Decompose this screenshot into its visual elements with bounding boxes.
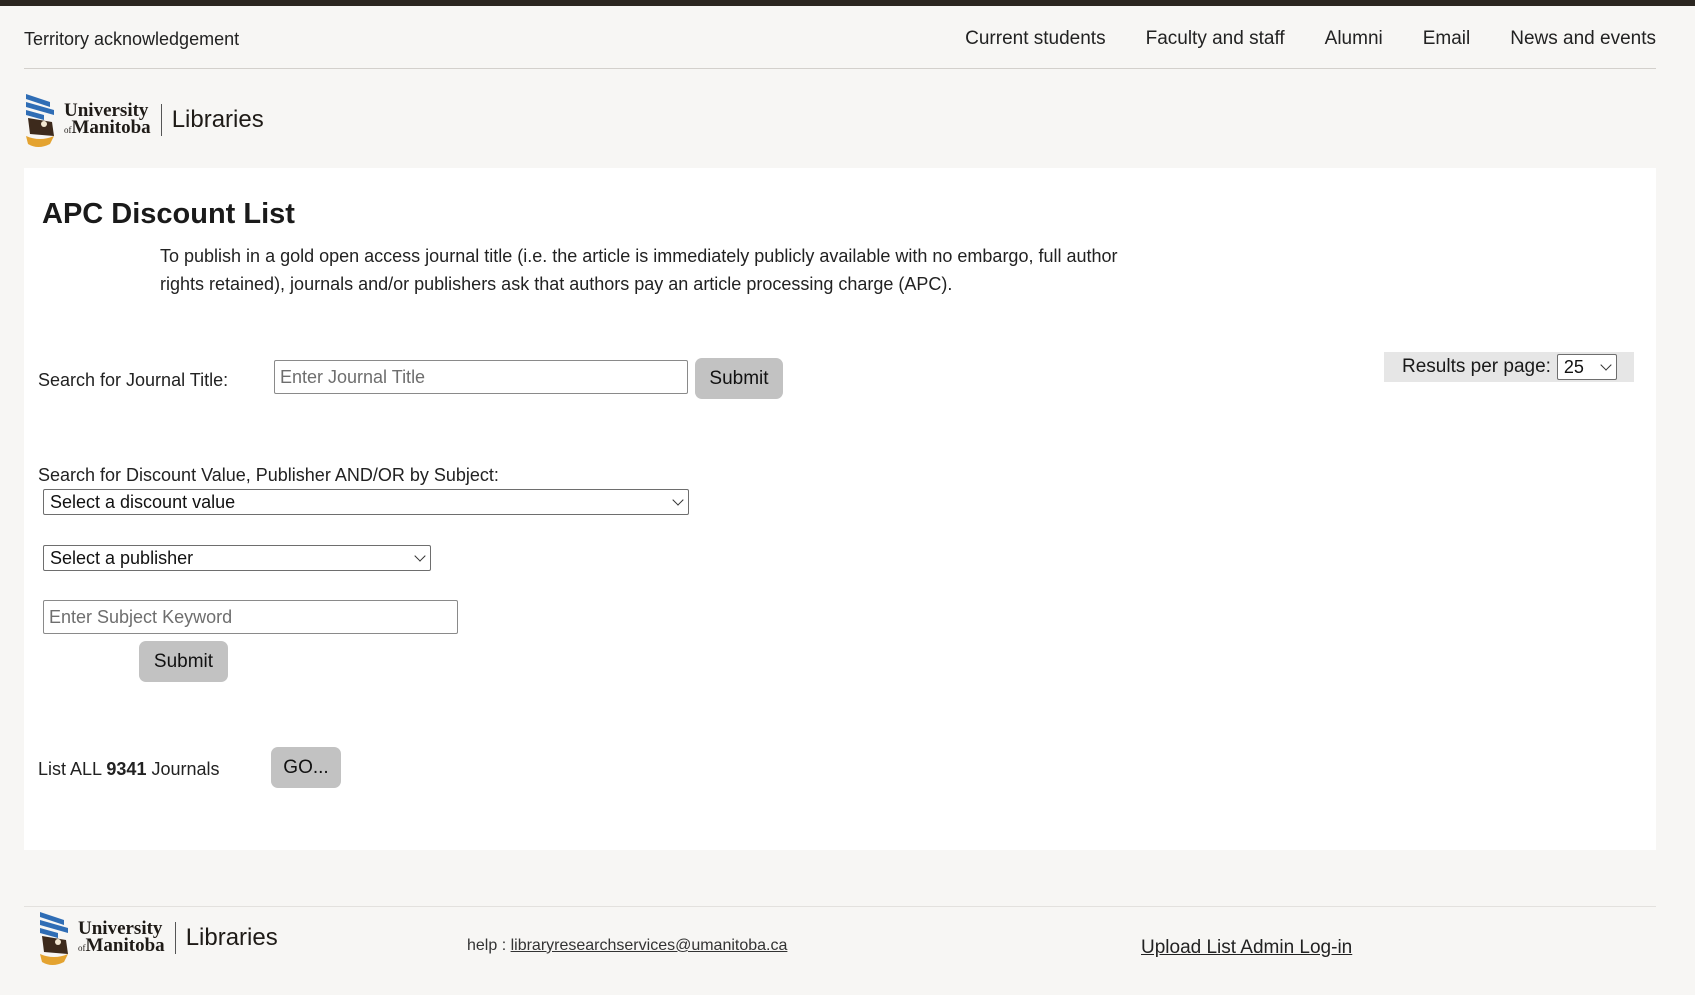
nav-alumni[interactable]: Alumni [1325, 28, 1383, 50]
nav-news-and-events[interactable]: News and events [1510, 28, 1656, 50]
list-all-go-button[interactable]: GO... [271, 747, 341, 788]
list-all-label: List ALL 9341 Journals [38, 759, 220, 780]
main-content-card: APC Discount List To publish in a gold o… [24, 168, 1656, 850]
results-per-page-select[interactable]: 25 [1556, 354, 1617, 380]
university-crest-icon [40, 912, 68, 965]
subject-keyword-input[interactable] [43, 600, 458, 634]
utility-nav: Current students Faculty and staff Alumn… [965, 28, 1656, 50]
help-email-link[interactable]: libraryresearchservices@umanitoba.ca [511, 937, 788, 954]
nav-email[interactable]: Email [1423, 28, 1471, 50]
upload-list-admin-login-link[interactable]: Upload List Admin Log-in [1141, 937, 1352, 959]
logo-divider [160, 104, 162, 136]
utility-bar: Territory acknowledgement Current studen… [24, 6, 1656, 69]
help-label: help : [467, 937, 507, 954]
footer-help: help : libraryresearchservices@umanitoba… [467, 937, 787, 955]
journal-title-input[interactable] [274, 360, 688, 394]
results-per-page: Results per page: 25 [1384, 352, 1634, 382]
discount-select-value: Select a discount value [50, 491, 236, 512]
university-wordmark: University ofManitoba [78, 919, 165, 957]
results-per-page-label: Results per page: [1402, 356, 1551, 377]
chevron-down-icon [1600, 359, 1612, 371]
footer-divider [24, 906, 1656, 907]
filter-label: Search for Discount Value, Publisher AND… [38, 465, 499, 485]
results-per-page-value: 25 [1563, 356, 1584, 377]
university-crest-icon [26, 94, 54, 147]
publisher-select[interactable]: Select a publisher [43, 545, 431, 571]
list-all-suffix: Journals [151, 759, 220, 779]
wordmark-of: of [78, 942, 86, 953]
footer-logo[interactable]: University ofManitoba Libraries [38, 908, 278, 968]
wordmark-of: of [64, 124, 72, 135]
territory-acknowledgement-link[interactable]: Territory acknowledgement [24, 29, 239, 50]
nav-current-students[interactable]: Current students [965, 28, 1105, 50]
chevron-down-icon [414, 550, 426, 562]
journal-title-label: Search for Journal Title: [38, 370, 229, 390]
page-title: APC Discount List [42, 198, 295, 230]
publisher-select-value: Select a publisher [50, 547, 194, 568]
logo-divider [174, 922, 176, 954]
libraries-wordmark: Libraries [185, 924, 278, 951]
chevron-down-icon [672, 494, 684, 506]
discount-value-select[interactable]: Select a discount value [43, 489, 689, 515]
filter-submit-button[interactable]: Submit [139, 641, 228, 682]
wordmark-manitoba: Manitoba [71, 116, 151, 138]
wordmark-manitoba: Manitoba [85, 934, 165, 956]
university-wordmark: University ofManitoba [64, 101, 151, 139]
intro-text: To publish in a gold open access journal… [160, 246, 1118, 294]
libraries-wordmark: Libraries [171, 106, 264, 133]
journal-count: 9341 [106, 759, 147, 779]
nav-faculty-and-staff[interactable]: Faculty and staff [1146, 28, 1285, 50]
list-all-prefix: List ALL [38, 759, 102, 779]
header-logo[interactable]: University ofManitoba Libraries [24, 90, 264, 150]
journal-title-submit-button[interactable]: Submit [695, 358, 783, 399]
